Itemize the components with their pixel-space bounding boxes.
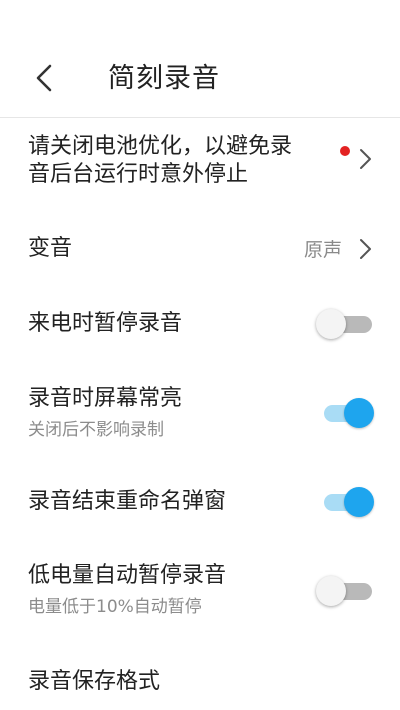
rename-popup-title: 录音结束重命名弹窗 bbox=[28, 489, 227, 514]
chevron-right-icon bbox=[360, 149, 371, 169]
toggle-knob bbox=[344, 487, 374, 517]
voice-change-title: 变音 bbox=[28, 236, 73, 261]
voice-change-row[interactable]: 变音 原声 bbox=[0, 218, 400, 282]
battery-optimization-row[interactable]: 请关闭电池优化，以避免录 音后台运行时意外停止 bbox=[0, 119, 400, 204]
voice-change-value: 原声 bbox=[303, 239, 342, 261]
chevron-left-icon bbox=[36, 64, 52, 92]
page-title: 简刻录音 bbox=[108, 63, 220, 94]
screen-on-title: 录音时屏幕常亮 bbox=[28, 386, 183, 411]
chevron-right-icon bbox=[360, 239, 371, 259]
screen-on-row: 录音时屏幕常亮 关闭后不影响录制 bbox=[0, 372, 400, 452]
battery-optimization-title-line1: 请关闭电池优化，以避免录 bbox=[28, 134, 293, 159]
settings-screen: 简刻录音 请关闭电池优化，以避免录 音后台运行时意外停止 变音 原声 来电时暂停… bbox=[0, 0, 400, 710]
low-battery-pause-row: 低电量自动暂停录音 电量低于10%自动暂停 bbox=[0, 548, 400, 630]
screen-on-subtitle: 关闭后不影响录制 bbox=[28, 420, 164, 440]
save-format-row[interactable]: 录音保存格式 bbox=[0, 650, 400, 710]
low-battery-pause-subtitle: 电量低于10%自动暂停 bbox=[28, 597, 202, 617]
rename-popup-toggle[interactable] bbox=[324, 487, 374, 517]
pause-on-call-row: 来电时暂停录音 bbox=[0, 292, 400, 356]
pause-on-call-title: 来电时暂停录音 bbox=[28, 311, 183, 336]
toggle-knob bbox=[344, 398, 374, 428]
toggle-knob bbox=[316, 576, 346, 606]
battery-optimization-title: 请关闭电池优化，以避免录 音后台运行时意外停止 bbox=[28, 133, 292, 189]
toggle-knob bbox=[316, 309, 346, 339]
header: 简刻录音 bbox=[0, 0, 400, 118]
battery-optimization-title-line2: 音后台运行时意外停止 bbox=[28, 162, 249, 187]
screen-on-toggle[interactable] bbox=[324, 398, 374, 428]
low-battery-pause-title: 低电量自动暂停录音 bbox=[28, 563, 227, 588]
back-button[interactable] bbox=[26, 60, 62, 96]
low-battery-pause-toggle[interactable] bbox=[316, 576, 374, 606]
save-format-title: 录音保存格式 bbox=[28, 669, 161, 694]
notification-dot bbox=[340, 146, 350, 156]
rename-popup-row: 录音结束重命名弹窗 bbox=[0, 470, 400, 534]
pause-on-call-toggle[interactable] bbox=[316, 309, 374, 339]
